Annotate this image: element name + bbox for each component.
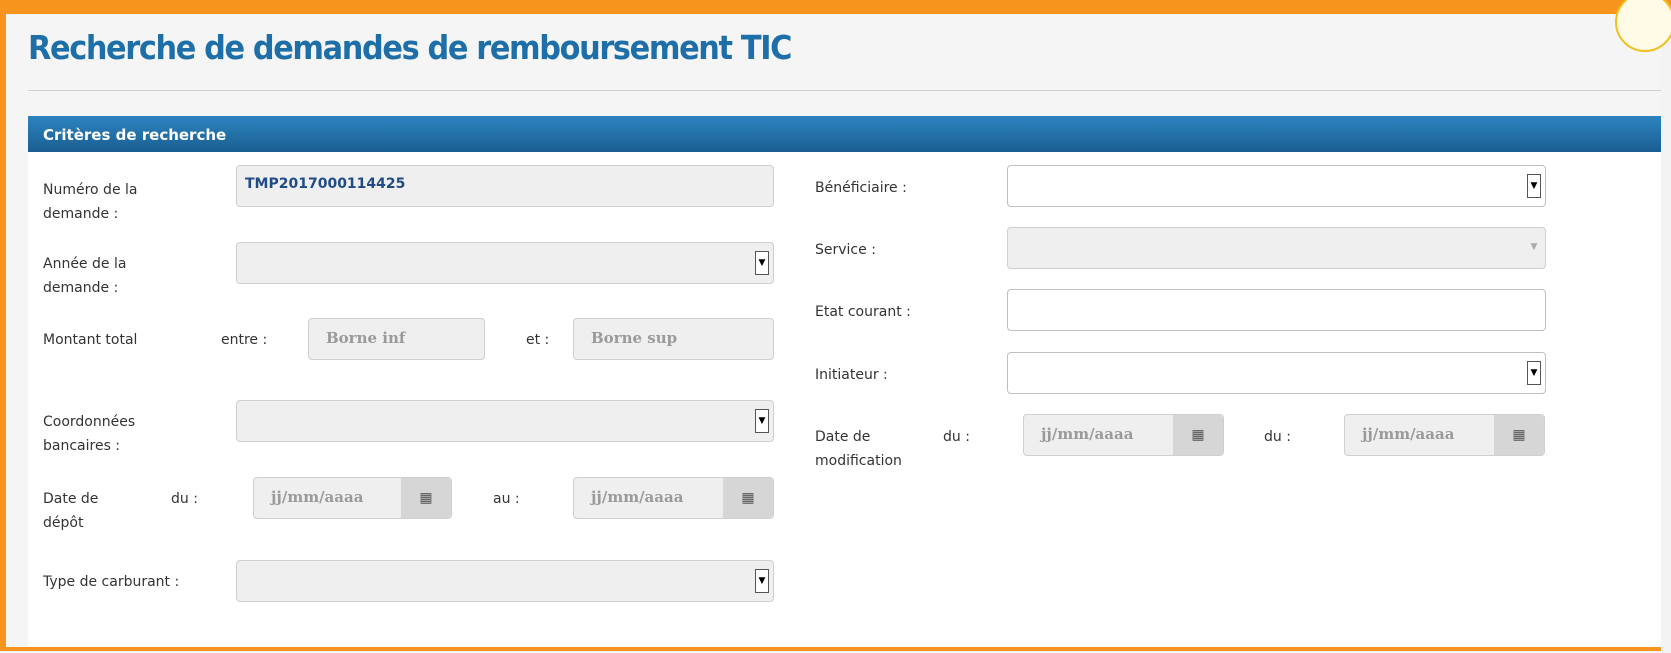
montant-inf-input[interactable]: Borne inf [308,318,485,360]
date-depot-label: Date de dépôt [43,491,99,531]
date-modif-from-placeholder: jj/mm/aaaa [1041,425,1134,443]
montant-inf-placeholder: Borne inf [326,329,406,347]
etat-input[interactable] [1007,289,1546,331]
date-depot-to-placeholder: jj/mm/aaaa [591,488,684,506]
initiateur-label: Initiateur : [815,367,888,383]
date-modif-label: Date de modification [815,429,902,469]
chevron-down-icon[interactable]: ▼ [755,569,769,593]
annee-label: Année de la demande : [43,256,127,296]
numero-field[interactable]: TMP2017000114425 [236,165,774,207]
calendar-icon[interactable]: ▦ [1494,415,1544,455]
date-modif-du2-label: du : [1264,429,1291,445]
etat-label: Etat courant : [815,304,911,320]
date-depot-au-label: au : [493,491,520,507]
date-depot-du-label: du : [171,491,198,507]
date-modif-to-placeholder: jj/mm/aaaa [1362,425,1455,443]
montant-label: Montant total [43,332,138,348]
annee-select[interactable]: ▼ [236,242,774,284]
coordonnees-label: Coordonnées bancaires : [43,414,136,454]
numero-label: Numéro de la demande : [43,182,138,222]
beneficiaire-label: Bénéficiaire : [815,180,907,196]
chevron-down-icon[interactable]: ▼ [755,251,769,275]
montant-sup-placeholder: Borne sup [591,329,678,347]
chevron-down-icon[interactable]: ▼ [1527,174,1541,198]
montant-sup-input[interactable]: Borne sup [573,318,774,360]
step-badge [1615,0,1671,52]
chevron-down-icon: ▼ [1530,242,1538,252]
date-depot-from-input[interactable]: jj/mm/aaaa ▦ [253,477,452,519]
panel-header: Critères de recherche [28,116,1661,152]
date-depot-from-placeholder: jj/mm/aaaa [271,488,364,506]
date-depot-to-input[interactable]: jj/mm/aaaa ▦ [573,477,774,519]
service-select[interactable]: ▼ [1007,227,1546,269]
service-label: Service : [815,242,876,258]
carburant-label: Type de carburant : [43,574,180,590]
date-modif-to-input[interactable]: jj/mm/aaaa ▦ [1344,414,1545,456]
date-modif-from-input[interactable]: jj/mm/aaaa ▦ [1023,414,1224,456]
beneficiaire-select[interactable]: ▼ [1007,165,1546,207]
chevron-down-icon[interactable]: ▼ [1527,361,1541,385]
calendar-icon[interactable]: ▦ [401,478,451,518]
carburant-select[interactable]: ▼ [236,560,774,602]
criteria-panel: Numéro de la demande : TMP2017000114425 A… [28,152,1661,647]
numero-value: TMP2017000114425 [245,176,406,192]
page-title: Recherche de demandes de remboursement T… [28,28,792,67]
title-divider [28,90,1661,91]
coordonnees-select[interactable]: ▼ [236,400,774,442]
initiateur-select[interactable]: ▼ [1007,352,1546,394]
top-accent-bar [0,0,1671,8]
chevron-down-icon[interactable]: ▼ [755,409,769,433]
search-frame: Recherche de demandes de remboursement T… [0,0,1671,651]
montant-et-label: et : [526,332,550,348]
calendar-icon[interactable]: ▦ [1173,415,1223,455]
montant-entre-label: entre : [221,332,268,348]
date-modif-du-label: du : [943,429,970,445]
calendar-icon[interactable]: ▦ [723,478,773,518]
